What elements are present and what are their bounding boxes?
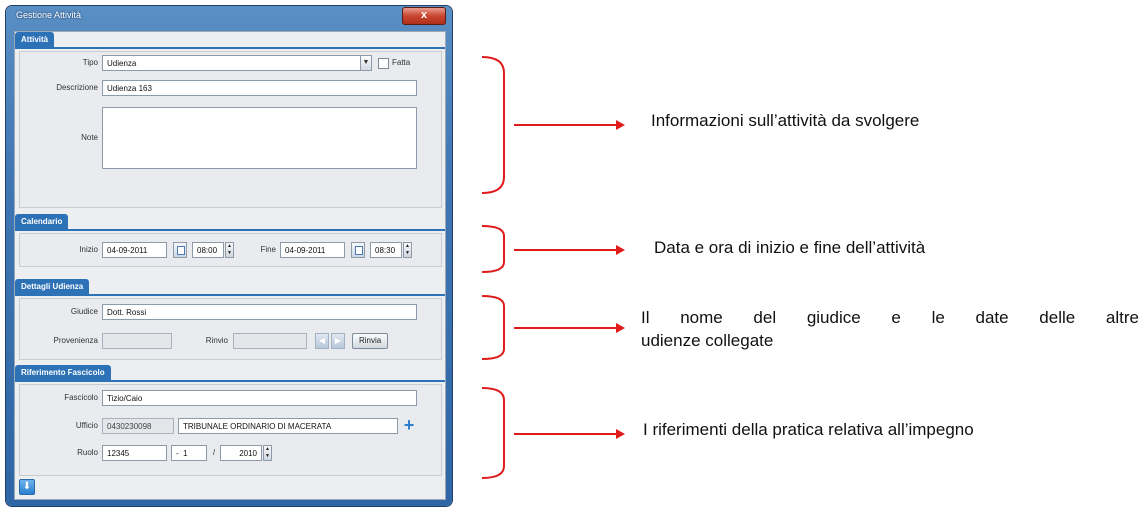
ruolo-year-input[interactable]: 2010 (220, 445, 262, 461)
annotation-arrow (514, 429, 625, 439)
section-attivita: Tipo Udienza ▼ Fatta Descrizione Udienza… (19, 51, 442, 208)
section-riferimento-header: Riferimento Fascicolo (15, 365, 111, 380)
section-calendario: Inizio 04-09-2011 08:00 ▲ ▼ Fine 04-09-20… (19, 233, 442, 267)
fatta-checkbox[interactable] (378, 58, 389, 69)
fascicolo-input[interactable]: Tizio/Caio (102, 390, 417, 406)
ruolo-label: Ruolo (77, 448, 98, 457)
ufficio-code-input: 0430230098 (102, 418, 174, 434)
section-dettagli-header: Dettagli Udienza (15, 279, 90, 294)
brace-attivita (481, 56, 505, 194)
section-dettagli-rule (15, 294, 445, 296)
chevron-down-icon[interactable]: ▼ (360, 55, 372, 71)
ruolo-separator-slash: / (212, 448, 216, 457)
ruolo-number-input[interactable]: 12345 (102, 445, 167, 461)
ruolo-part-value: 1 (183, 449, 188, 458)
tipo-label: Tipo (82, 58, 98, 67)
ufficio-name-input[interactable]: TRIBUNALE ORDINARIO DI MACERATA (178, 418, 398, 434)
inizio-label: Inizio (79, 245, 98, 254)
section-attivita-rule (15, 47, 445, 49)
annotation-riferimento: I riferimenti della pratica relativa all… (643, 420, 974, 439)
descrizione-label: Descrizione (56, 83, 98, 92)
fine-time-spinner[interactable]: ▲ ▼ (403, 242, 412, 258)
fine-label: Fine (260, 245, 276, 254)
descrizione-input[interactable]: Udienza 163 (102, 80, 417, 96)
fine-date-input[interactable]: 04-09-2011 (280, 242, 345, 258)
app-window: Gestione Attività x Attività Tipo Udienz… (6, 6, 452, 506)
section-calendario-rule (15, 229, 445, 231)
dialog-client: Attività Tipo Udienza ▼ Fatta Descrizion… (14, 31, 446, 500)
note-label: Note (81, 133, 98, 142)
annotation-dettagli: Il nome del giudice e le date delle altr… (641, 308, 1139, 351)
provenienza-input (102, 333, 172, 349)
giudice-input[interactable]: Dott. Rossi (102, 304, 417, 320)
ruolo-year-spinner[interactable]: ▲ ▼ (263, 445, 272, 461)
annotation-arrow (514, 245, 625, 255)
rinvia-button[interactable]: Rinvia (352, 333, 389, 349)
annotation-attivita: Informazioni sull’attività da svolgere (651, 111, 920, 130)
provenienza-label: Provenienza (53, 336, 98, 345)
rinvio-label: Rinvio (205, 336, 228, 345)
close-button[interactable]: x (402, 7, 446, 25)
title-bar[interactable]: Gestione Attività x (6, 6, 452, 28)
annotation-arrow (514, 323, 625, 333)
brace-riferimento (481, 387, 505, 479)
calendar-icon[interactable] (351, 242, 365, 258)
ruolo-part-input[interactable]: - 1 (171, 445, 207, 461)
brace-dettagli (481, 295, 505, 360)
section-calendario-header: Calendario (15, 214, 69, 229)
previous-arrow-icon[interactable]: ◀ (315, 333, 329, 349)
giudice-label: Giudice (70, 307, 98, 316)
section-attivita-header: Attività (15, 32, 55, 47)
calendar-icon[interactable] (173, 242, 187, 258)
annotation-dettagli-line1: Il nome del giudice e le date delle altr… (641, 308, 1139, 327)
annotation-arrow (514, 120, 625, 130)
fascicolo-label: Fascicolo (64, 393, 98, 402)
section-riferimento-rule (15, 380, 445, 382)
arrow-down-icon[interactable]: ⬇ (19, 479, 35, 495)
tipo-select[interactable]: Udienza (102, 55, 363, 71)
annotation-braces (481, 56, 505, 479)
add-ufficio-plus-icon[interactable]: + (401, 416, 417, 434)
ufficio-label: Ufficio (75, 421, 98, 430)
fatta-label: Fatta (392, 58, 411, 67)
inizio-date-input[interactable]: 04-09-2011 (102, 242, 167, 258)
brace-calendario (481, 225, 505, 273)
fine-time-input[interactable]: 08:30 (370, 242, 402, 258)
annotation-dettagli-line2: udienze collegate (641, 331, 774, 350)
inizio-time-input[interactable]: 08:00 (192, 242, 224, 258)
window-title: Gestione Attività (16, 10, 82, 20)
annotation-calendario: Data e ora di inizio e fine dell’attivit… (654, 238, 926, 257)
inizio-time-spinner[interactable]: ▲ ▼ (225, 242, 234, 258)
ruolo-separator-dash: - (176, 449, 179, 458)
section-riferimento: Fascicolo Tizio/Caio Ufficio 0430230098 … (19, 384, 442, 476)
rinvio-input (233, 333, 307, 349)
section-dettagli: Giudice Dott. Rossi Provenienza Rinvio ◀… (19, 298, 442, 360)
next-arrow-icon[interactable]: ▶ (331, 333, 345, 349)
note-textarea[interactable] (102, 107, 417, 169)
